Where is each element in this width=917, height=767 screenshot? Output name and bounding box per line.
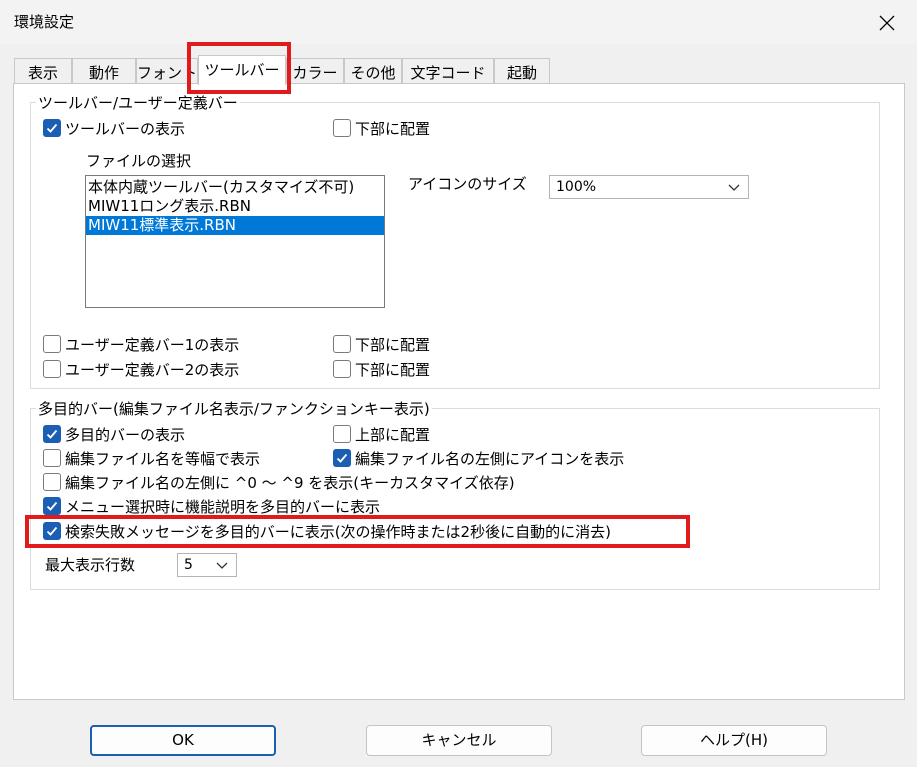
checkbox-box	[333, 449, 351, 467]
checkbox-label: 下部に配置	[355, 360, 431, 379]
settings-panel: ツールバー/ユーザー定義バー ツールバーの表示 下部に配置 ファイルの選択 本体…	[13, 83, 905, 700]
checkbox-label: 多目的バーの表示	[65, 425, 186, 444]
checkbox-box	[333, 425, 351, 443]
tab-bar: 表示 動作 フォント ツールバー カラー その他 文字コード 起動	[14, 55, 904, 85]
multibar-group: 多目的バー(編集ファイル名表示/ファンクションキー表示) 多目的バーの表示 上部…	[30, 398, 880, 590]
checkbox-box	[43, 425, 61, 443]
checkbox-label: ユーザー定義バー1の表示	[65, 335, 240, 354]
close-icon	[879, 15, 895, 31]
checkbox-box	[333, 119, 351, 137]
checkbox-label: 編集ファイル名の左側に ^0 ～ ^9 を表示(キーカスタマイズ依存)	[65, 473, 515, 492]
close-button[interactable]	[872, 10, 902, 36]
max-rows-select[interactable]: 5	[177, 553, 237, 577]
check-icon	[46, 123, 58, 133]
ctrl-keys-checkbox[interactable]: 編集ファイル名の左側に ^0 ～ ^9 を表示(キーカスタマイズ依存)	[43, 471, 515, 493]
check-icon	[46, 526, 58, 536]
window-title: 環境設定	[14, 13, 75, 31]
tab-startup[interactable]: 起動	[494, 58, 550, 84]
check-icon	[46, 501, 58, 511]
checkbox-box	[43, 119, 61, 137]
checkbox-box	[43, 449, 61, 467]
tab-display[interactable]: 表示	[14, 58, 72, 84]
checkbox-box	[43, 335, 61, 353]
tab-color[interactable]: カラー	[286, 58, 344, 84]
checkbox-box	[43, 522, 61, 540]
multibar-top-checkbox[interactable]: 上部に配置	[333, 423, 430, 445]
toolbar-bottom-checkbox[interactable]: 下部に配置	[333, 117, 430, 139]
tab-encoding[interactable]: 文字コード	[402, 58, 494, 84]
help-button[interactable]: ヘルプ(H)	[641, 725, 827, 756]
menu-desc-checkbox[interactable]: メニュー選択時に機能説明を多目的バーに表示	[43, 495, 380, 517]
user-bar1-bottom-checkbox[interactable]: 下部に配置	[333, 333, 430, 355]
toolbar-group: ツールバー/ユーザー定義バー ツールバーの表示 下部に配置 ファイルの選択 本体…	[30, 92, 880, 389]
icon-size-value: 100%	[556, 179, 597, 195]
chevron-down-icon	[216, 562, 228, 569]
show-toolbar-checkbox[interactable]: ツールバーの表示	[43, 117, 185, 139]
checkbox-label: 編集ファイル名の左側にアイコンを表示	[355, 449, 625, 468]
list-item-selected[interactable]: MIW11標準表示.RBN	[86, 216, 384, 235]
checkbox-label: 下部に配置	[355, 335, 431, 354]
checkbox-box	[43, 473, 61, 491]
multibar-group-title: 多目的バー(編集ファイル名表示/ファンクションキー表示)	[36, 398, 432, 419]
check-icon	[336, 453, 348, 463]
toolbar-file-list[interactable]: 本体内蔵ツールバー(カスタマイズ不可) MIW11ロング表示.RBN MIW11…	[85, 175, 385, 308]
list-item[interactable]: 本体内蔵ツールバー(カスタマイズ不可)	[86, 178, 384, 197]
checkbox-label: メニュー選択時に機能説明を多目的バーに表示	[65, 497, 381, 516]
search-fail-checkbox[interactable]: 検索失敗メッセージを多目的バーに表示(次の操作時または2秒後に自動的に消去)	[43, 520, 611, 542]
checkbox-box	[333, 335, 351, 353]
max-rows-label: 最大表示行数	[45, 556, 136, 574]
checkbox-label: 下部に配置	[355, 119, 431, 138]
checkbox-box	[43, 497, 61, 515]
list-item[interactable]: MIW11ロング表示.RBN	[86, 197, 384, 216]
tab-toolbar[interactable]: ツールバー	[198, 55, 286, 85]
user-bar2-bottom-checkbox[interactable]: 下部に配置	[333, 358, 430, 380]
checkbox-box	[333, 360, 351, 378]
user-bar1-checkbox[interactable]: ユーザー定義バー1の表示	[43, 333, 239, 355]
tab-font[interactable]: フォント	[136, 58, 198, 84]
file-select-label: ファイルの選択	[86, 152, 192, 170]
cancel-button[interactable]: キャンセル	[366, 725, 552, 756]
checkbox-label: ツールバーの表示	[65, 119, 186, 138]
checkbox-label: 編集ファイル名を等幅で表示	[65, 449, 261, 468]
icon-left-checkbox[interactable]: 編集ファイル名の左側にアイコンを表示	[333, 447, 624, 469]
monospace-name-checkbox[interactable]: 編集ファイル名を等幅で表示	[43, 447, 260, 469]
max-rows-value: 5	[184, 557, 193, 573]
checkbox-label: ユーザー定義バー2の表示	[65, 360, 240, 379]
toolbar-group-title: ツールバー/ユーザー定義バー	[36, 92, 240, 113]
icon-size-label: アイコンのサイズ	[408, 175, 527, 193]
user-bar2-checkbox[interactable]: ユーザー定義バー2の表示	[43, 358, 239, 380]
tab-behavior[interactable]: 動作	[72, 58, 136, 84]
checkbox-label: 上部に配置	[355, 425, 431, 444]
checkbox-box	[43, 360, 61, 378]
icon-size-select[interactable]: 100%	[549, 175, 749, 199]
chevron-down-icon	[728, 184, 740, 191]
title-bar: 環境設定	[0, 0, 917, 44]
show-multibar-checkbox[interactable]: 多目的バーの表示	[43, 423, 185, 445]
check-icon	[46, 429, 58, 439]
checkbox-label: 検索失敗メッセージを多目的バーに表示(次の操作時または2秒後に自動的に消去)	[65, 522, 611, 541]
ok-button[interactable]: OK	[90, 725, 276, 756]
tab-other[interactable]: その他	[344, 58, 402, 84]
